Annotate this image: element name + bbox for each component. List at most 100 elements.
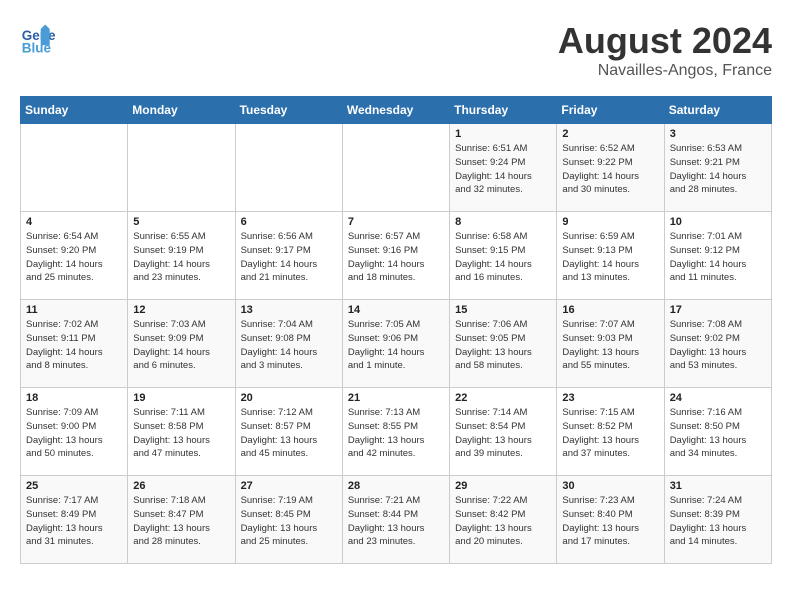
day-info-14: Sunrise: 7:05 AM Sunset: 9:06 PM Dayligh… [348, 318, 444, 373]
day-number-7: 7 [348, 216, 444, 228]
day-number-20: 20 [241, 392, 337, 404]
day-cell-29: 29 Sunrise: 7:22 AM Sunset: 8:42 PM Dayli… [450, 476, 557, 564]
day-cell-31: 31Sunrise: 7:24 AM Sunset: 8:39 PM Dayli… [664, 476, 771, 564]
day-info-26: Sunrise: 7:18 AM Sunset: 8:47 PM Dayligh… [133, 494, 229, 549]
day-number-13: 13 [241, 304, 337, 316]
week-row-4: 18 Sunrise: 7:09 AM Sunset: 9:00 PM Dayli… [21, 388, 772, 476]
day-number-23: 23 [562, 392, 658, 404]
day-info-29: Sunrise: 7:22 AM Sunset: 8:42 PM Dayligh… [455, 494, 551, 549]
day-info-16: Sunrise: 7:07 AM Sunset: 9:03 PM Dayligh… [562, 318, 658, 373]
day-info-2: Sunrise: 6:52 AM Sunset: 9:22 PM Dayligh… [562, 142, 658, 197]
day-cell-24: 24Sunrise: 7:16 AM Sunset: 8:50 PM Dayli… [664, 388, 771, 476]
day-number-28: 28 [348, 480, 444, 492]
day-number-21: 21 [348, 392, 444, 404]
day-info-17: Sunrise: 7:08 AM Sunset: 9:02 PM Dayligh… [670, 318, 766, 373]
weekday-header-wednesday: Wednesday [342, 97, 449, 124]
day-cell-27: 27 Sunrise: 7:19 AM Sunset: 8:45 PM Dayli… [235, 476, 342, 564]
day-number-9: 9 [562, 216, 658, 228]
day-info-28: Sunrise: 7:21 AM Sunset: 8:44 PM Dayligh… [348, 494, 444, 549]
day-number-15: 15 [455, 304, 551, 316]
day-info-27: Sunrise: 7:19 AM Sunset: 8:45 PM Dayligh… [241, 494, 337, 549]
day-cell-30: 30 Sunrise: 7:23 AM Sunset: 8:40 PM Dayli… [557, 476, 664, 564]
day-number-5: 5 [133, 216, 229, 228]
day-cell-6: 6 Sunrise: 6:56 AM Sunset: 9:17 PM Daylig… [235, 212, 342, 300]
day-info-1: Sunrise: 6:51 AM Sunset: 9:24 PM Dayligh… [455, 142, 551, 197]
day-info-30: Sunrise: 7:23 AM Sunset: 8:40 PM Dayligh… [562, 494, 658, 549]
day-cell-7: 7 Sunrise: 6:57 AM Sunset: 9:16 PM Daylig… [342, 212, 449, 300]
day-cell-1: 1Sunrise: 6:51 AM Sunset: 9:24 PM Daylig… [450, 124, 557, 212]
weekday-header-thursday: Thursday [450, 97, 557, 124]
day-info-8: Sunrise: 6:58 AM Sunset: 9:15 PM Dayligh… [455, 230, 551, 285]
day-cell-15: 15 Sunrise: 7:06 AM Sunset: 9:05 PM Dayli… [450, 300, 557, 388]
day-number-6: 6 [241, 216, 337, 228]
page-header: General Blue August 2024 Navailles-Angos… [20, 20, 772, 80]
day-cell-23: 23 Sunrise: 7:15 AM Sunset: 8:52 PM Dayli… [557, 388, 664, 476]
day-info-12: Sunrise: 7:03 AM Sunset: 9:09 PM Dayligh… [133, 318, 229, 373]
day-number-17: 17 [670, 304, 766, 316]
empty-cell [235, 124, 342, 212]
day-cell-20: 20 Sunrise: 7:12 AM Sunset: 8:57 PM Dayli… [235, 388, 342, 476]
day-cell-22: 22 Sunrise: 7:14 AM Sunset: 8:54 PM Dayli… [450, 388, 557, 476]
day-info-21: Sunrise: 7:13 AM Sunset: 8:55 PM Dayligh… [348, 406, 444, 461]
day-info-10: Sunrise: 7:01 AM Sunset: 9:12 PM Dayligh… [670, 230, 766, 285]
day-cell-10: 10 Sunrise: 7:01 AM Sunset: 9:12 PM Dayli… [664, 212, 771, 300]
day-number-29: 29 [455, 480, 551, 492]
day-number-16: 16 [562, 304, 658, 316]
day-cell-18: 18 Sunrise: 7:09 AM Sunset: 9:00 PM Dayli… [21, 388, 128, 476]
day-info-11: Sunrise: 7:02 AM Sunset: 9:11 PM Dayligh… [26, 318, 122, 373]
day-cell-13: 13 Sunrise: 7:04 AM Sunset: 9:08 PM Dayli… [235, 300, 342, 388]
week-row-1: 1Sunrise: 6:51 AM Sunset: 9:24 PM Daylig… [21, 124, 772, 212]
day-cell-19: 19 Sunrise: 7:11 AM Sunset: 8:58 PM Dayli… [128, 388, 235, 476]
day-cell-25: 25Sunrise: 7:17 AM Sunset: 8:49 PM Dayli… [21, 476, 128, 564]
day-cell-3: 3 Sunrise: 6:53 AM Sunset: 9:21 PM Daylig… [664, 124, 771, 212]
day-info-15: Sunrise: 7:06 AM Sunset: 9:05 PM Dayligh… [455, 318, 551, 373]
day-cell-17: 17 Sunrise: 7:08 AM Sunset: 9:02 PM Dayli… [664, 300, 771, 388]
day-info-31: Sunrise: 7:24 AM Sunset: 8:39 PM Dayligh… [670, 494, 766, 549]
day-info-4: Sunrise: 6:54 AM Sunset: 9:20 PM Dayligh… [26, 230, 122, 285]
day-cell-4: 4 Sunrise: 6:54 AM Sunset: 9:20 PM Daylig… [21, 212, 128, 300]
day-number-10: 10 [670, 216, 766, 228]
day-cell-14: 14 Sunrise: 7:05 AM Sunset: 9:06 PM Dayli… [342, 300, 449, 388]
day-number-18: 18 [26, 392, 122, 404]
day-info-6: Sunrise: 6:56 AM Sunset: 9:17 PM Dayligh… [241, 230, 337, 285]
day-info-18: Sunrise: 7:09 AM Sunset: 9:00 PM Dayligh… [26, 406, 122, 461]
day-number-22: 22 [455, 392, 551, 404]
day-number-30: 30 [562, 480, 658, 492]
day-cell-26: 26Sunrise: 7:18 AM Sunset: 8:47 PM Dayli… [128, 476, 235, 564]
day-number-11: 11 [26, 304, 122, 316]
day-number-3: 3 [670, 128, 766, 140]
day-info-3: Sunrise: 6:53 AM Sunset: 9:21 PM Dayligh… [670, 142, 766, 197]
day-cell-9: 9 Sunrise: 6:59 AM Sunset: 9:13 PM Daylig… [557, 212, 664, 300]
day-cell-2: 2 Sunrise: 6:52 AM Sunset: 9:22 PM Daylig… [557, 124, 664, 212]
location: Navailles-Angos, France [558, 62, 772, 80]
day-number-2: 2 [562, 128, 658, 140]
title-block: August 2024 Navailles-Angos, France [558, 20, 772, 80]
day-number-19: 19 [133, 392, 229, 404]
day-number-12: 12 [133, 304, 229, 316]
day-number-24: 24 [670, 392, 766, 404]
logo: General Blue [20, 20, 56, 56]
day-info-25: Sunrise: 7:17 AM Sunset: 8:49 PM Dayligh… [26, 494, 122, 549]
day-info-20: Sunrise: 7:12 AM Sunset: 8:57 PM Dayligh… [241, 406, 337, 461]
day-cell-11: 11 Sunrise: 7:02 AM Sunset: 9:11 PM Dayli… [21, 300, 128, 388]
day-number-8: 8 [455, 216, 551, 228]
weekday-header-monday: Monday [128, 97, 235, 124]
day-info-19: Sunrise: 7:11 AM Sunset: 8:58 PM Dayligh… [133, 406, 229, 461]
weekday-header-tuesday: Tuesday [235, 97, 342, 124]
calendar-table: SundayMondayTuesdayWednesdayThursdayFrid… [20, 96, 772, 564]
day-info-22: Sunrise: 7:14 AM Sunset: 8:54 PM Dayligh… [455, 406, 551, 461]
day-info-23: Sunrise: 7:15 AM Sunset: 8:52 PM Dayligh… [562, 406, 658, 461]
day-info-13: Sunrise: 7:04 AM Sunset: 9:08 PM Dayligh… [241, 318, 337, 373]
empty-cell [342, 124, 449, 212]
week-row-2: 4 Sunrise: 6:54 AM Sunset: 9:20 PM Daylig… [21, 212, 772, 300]
day-cell-8: 8 Sunrise: 6:58 AM Sunset: 9:15 PM Daylig… [450, 212, 557, 300]
day-number-27: 27 [241, 480, 337, 492]
day-cell-28: 28 Sunrise: 7:21 AM Sunset: 8:44 PM Dayli… [342, 476, 449, 564]
weekday-header-saturday: Saturday [664, 97, 771, 124]
day-info-9: Sunrise: 6:59 AM Sunset: 9:13 PM Dayligh… [562, 230, 658, 285]
day-number-4: 4 [26, 216, 122, 228]
weekday-header-row: SundayMondayTuesdayWednesdayThursdayFrid… [21, 97, 772, 124]
day-info-7: Sunrise: 6:57 AM Sunset: 9:16 PM Dayligh… [348, 230, 444, 285]
empty-cell [21, 124, 128, 212]
day-number-14: 14 [348, 304, 444, 316]
